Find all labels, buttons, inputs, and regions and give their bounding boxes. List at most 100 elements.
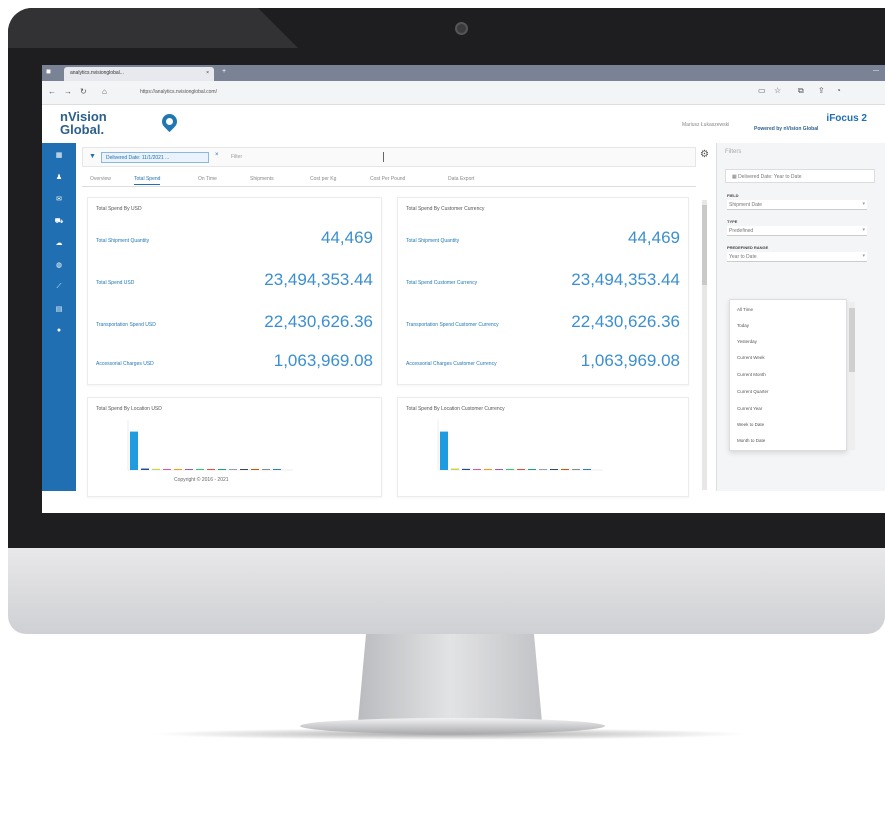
chart-bar[interactable] <box>539 469 547 470</box>
close-icon[interactable]: × <box>215 152 219 158</box>
filter-bar: ▼ Delivered Date: 11/1/2021 ... × Filter <box>82 147 696 167</box>
forward-icon[interactable]: → <box>64 87 72 96</box>
dropdown-option[interactable]: Current Year <box>737 406 762 411</box>
chart-bar[interactable] <box>251 469 259 470</box>
tab-data-export[interactable]: Data Export <box>448 176 474 182</box>
reader-icon[interactable]: ▭ <box>758 86 766 95</box>
chart-bar[interactable] <box>218 469 226 470</box>
monitor-mockup: ◼ analytics.nvisionglobal... × + — ← → ↻… <box>0 0 885 825</box>
kpi-label[interactable]: Total Spend Customer Currency <box>406 280 477 286</box>
settings-icon[interactable]: ● <box>54 327 64 335</box>
filter-chip[interactable]: Delivered Date: 11/1/2021 ... <box>101 152 209 163</box>
field-select[interactable]: Shipment Date ▾ <box>727 200 867 210</box>
dropdown-option[interactable]: Week to Date <box>737 422 764 427</box>
kpi-label[interactable]: Total Shipment Quantity <box>96 238 149 244</box>
gear-icon[interactable]: ⚙ <box>700 149 709 160</box>
dropdown-scrollbar-thumb[interactable] <box>849 308 855 372</box>
chart-bar[interactable] <box>561 469 569 470</box>
kpi-label[interactable]: Total Spend USD <box>96 280 134 286</box>
range-select[interactable]: Year to Date ▾ <box>727 252 867 262</box>
chart-bar[interactable] <box>506 469 514 470</box>
chart-bar[interactable] <box>440 431 448 470</box>
chat-icon[interactable]: ✉ <box>54 195 64 203</box>
chart-bar[interactable] <box>163 469 171 470</box>
chart-bar[interactable] <box>262 469 270 470</box>
date-filter-button[interactable]: ▦ Delivered Date: Year to Date <box>725 169 875 183</box>
location-pin-icon <box>158 110 181 133</box>
chart-bar[interactable] <box>152 468 160 470</box>
kpi-label[interactable]: Accessorial Charges USD <box>96 361 154 367</box>
tab-total-spend[interactable]: Total Spend <box>134 176 161 185</box>
chart-card-location-customer: Total Spend By Location Customer Currenc… <box>397 397 689 497</box>
chart-bar[interactable] <box>240 469 248 470</box>
card-title: Total Spend By Customer Currency <box>406 206 485 212</box>
chart-bar[interactable] <box>528 469 536 470</box>
window-menu-icon[interactable]: ◼ <box>46 68 51 75</box>
tab-cost-per-kg[interactable]: Cost per Kg <box>310 176 336 182</box>
share-icon[interactable]: ⇪ <box>818 86 825 95</box>
back-icon[interactable]: ← <box>48 87 56 96</box>
dropdown-option[interactable]: Current Week <box>737 355 765 360</box>
text-cursor <box>383 152 384 162</box>
chart-bar[interactable] <box>451 468 459 470</box>
chart-bar[interactable] <box>473 469 481 470</box>
kpi-label[interactable]: Transportation Spend USD <box>96 322 156 328</box>
chart-bar[interactable] <box>207 469 215 470</box>
favorite-star-icon[interactable]: ☆ <box>774 86 781 95</box>
close-icon[interactable]: × <box>206 70 209 76</box>
chart-bar[interactable] <box>572 469 580 470</box>
type-label: TYPE <box>727 219 738 224</box>
profile-icon[interactable]: ◔ <box>836 86 841 95</box>
new-tab-icon[interactable]: + <box>222 68 226 75</box>
chart-bar[interactable] <box>273 469 281 470</box>
tab-overview[interactable]: Overview <box>90 176 111 182</box>
chart-bar[interactable] <box>229 469 237 470</box>
user-menu[interactable]: Mariusz Łukaszewski <box>682 122 729 128</box>
kpi-card-usd: Total Spend By USD Total Shipment Quanti… <box>87 197 382 385</box>
nvision-logo[interactable]: nVision Global. <box>60 110 107 136</box>
dropdown-option[interactable]: All Time <box>737 307 753 312</box>
chart-bar[interactable] <box>462 468 470 470</box>
chart-bar[interactable] <box>583 469 591 470</box>
document-icon[interactable]: ▤ <box>54 305 64 313</box>
dropdown-option[interactable]: Today <box>737 323 749 328</box>
copyright: Copyright © 2016 - 2021 <box>174 477 229 483</box>
chart-bar[interactable] <box>141 468 149 470</box>
dropdown-option[interactable]: Current Quarter <box>737 389 769 394</box>
range-value: Year to Date <box>729 254 757 260</box>
cloud-icon[interactable]: ☁ <box>54 239 64 247</box>
chart-bar[interactable] <box>196 469 204 470</box>
chart-bar[interactable] <box>174 469 182 470</box>
chart-bar[interactable] <box>550 469 558 470</box>
content-scrollbar-thumb[interactable] <box>702 205 707 285</box>
truck-icon[interactable]: ⛟ <box>54 217 64 225</box>
refresh-icon[interactable]: ↻ <box>80 87 87 96</box>
tab-shipments[interactable]: Shipments <box>250 176 274 182</box>
kpi-label[interactable]: Accessorial Charges Customer Currency <box>406 361 497 367</box>
minimize-icon[interactable]: — <box>873 68 879 74</box>
chart-bar[interactable] <box>517 469 525 470</box>
type-select[interactable]: Predefined ▾ <box>727 226 867 236</box>
dashboard-icon[interactable]: ▦ <box>54 151 64 159</box>
dropdown-option[interactable]: Current Month <box>737 372 766 377</box>
dropdown-option[interactable]: Yesterday <box>737 339 757 344</box>
globe-icon[interactable]: ◍ <box>54 261 64 269</box>
kpi-label[interactable]: Total Shipment Quantity <box>406 238 459 244</box>
tab-cost-per-pound[interactable]: Cost Per Pound <box>370 176 405 182</box>
trend-icon[interactable]: ⟋ <box>54 283 64 291</box>
chart-bar[interactable] <box>495 469 503 470</box>
tab-on-time[interactable]: On Time <box>198 176 217 182</box>
collections-icon[interactable]: ⧉ <box>798 86 804 96</box>
panel-title: Filters <box>725 149 742 155</box>
user-icon[interactable]: ♟ <box>54 173 64 181</box>
browser-tab[interactable]: analytics.nvisionglobal... × <box>64 67 214 81</box>
kpi-label[interactable]: Transportation Spend Customer Currency <box>406 322 499 328</box>
filter-input[interactable]: Filter <box>231 154 242 160</box>
chart-bar[interactable] <box>185 469 193 470</box>
chart-bar[interactable] <box>130 431 138 470</box>
home-icon[interactable]: ⌂ <box>102 87 107 96</box>
funnel-icon[interactable]: ▼ <box>89 153 96 160</box>
chart-bar[interactable] <box>484 469 492 470</box>
url-field[interactable]: https://analytics.nvisionglobal.com/ <box>140 86 400 98</box>
dropdown-option[interactable]: Month to Date <box>737 438 765 443</box>
